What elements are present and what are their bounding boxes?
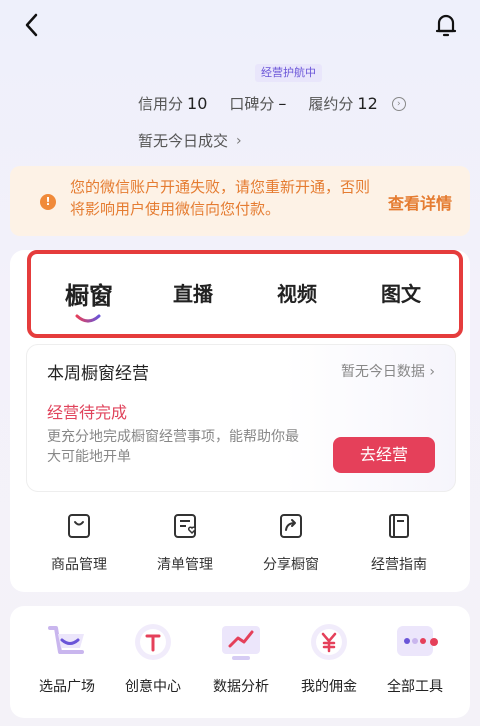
content-tabs: 橱窗 直播 视频 图文 [27, 250, 463, 338]
chevron-right-circle-icon[interactable]: › [391, 96, 406, 111]
credit-score-value: 10 [187, 94, 208, 113]
reputation-score-value: – [278, 94, 287, 113]
tool-label: 创意中心 [125, 679, 181, 695]
tool-product-square[interactable]: 选品广场 [22, 620, 112, 696]
active-tab-indicator [75, 314, 101, 323]
notification-dot [430, 638, 438, 646]
chart-trend-icon [222, 626, 260, 660]
warning-banner: ! 您的微信账户开通失败，请您重新开通，否则将影响用户使用微信向您付款。 查看详… [10, 166, 470, 236]
tool-data-analysis[interactable]: 数据分析 [196, 620, 286, 696]
tab-showcase[interactable]: 橱窗 [65, 276, 113, 311]
quick-tools-card: 选品广场 创意中心 数据分析 我的佣金 全部工具 [10, 606, 470, 718]
showcase-card: 橱窗 直播 视频 图文 本周橱窗经营 暂无今日数据 › 经营待完成 更充分地完成… [10, 250, 470, 592]
tool-creative-center[interactable]: 创意中心 [108, 620, 198, 696]
guide-book-icon [389, 514, 409, 538]
top-bar [0, 0, 480, 50]
reputation-score: 口碑分 – [229, 93, 286, 114]
go-operate-button[interactable]: 去经营 [333, 437, 435, 473]
tool-my-commission[interactable]: 我的佣金 [284, 620, 374, 696]
no-deal-link[interactable]: 暂无今日成交 › [138, 130, 242, 151]
tool-label: 数据分析 [213, 679, 269, 695]
reputation-score-label: 口碑分 [229, 95, 275, 113]
view-details-button[interactable]: 查看详情 [388, 190, 452, 214]
creative-coin-icon [135, 624, 171, 660]
tab-video[interactable]: 视频 [277, 278, 317, 307]
product-box-icon [68, 514, 90, 538]
tool-share-showcase[interactable]: 分享橱窗 [246, 512, 336, 574]
share-icon [280, 514, 302, 538]
score-row[interactable]: 信用分 10 口碑分 – 履约分 12 › [138, 93, 406, 114]
warning-icon: ! [40, 194, 56, 210]
tool-label: 分享橱窗 [263, 557, 319, 573]
no-data-link[interactable]: 暂无今日数据 › [341, 361, 435, 381]
list-heart-icon [174, 514, 197, 538]
tool-label: 我的佣金 [301, 679, 357, 695]
no-deal-text: 暂无今日成交 [138, 132, 229, 150]
chevron-right-icon: › [236, 132, 242, 149]
tool-product-management[interactable]: 商品管理 [34, 512, 124, 574]
credit-score: 信用分 10 [138, 93, 207, 114]
tab-article[interactable]: 图文 [381, 278, 421, 307]
tool-label: 经营指南 [371, 557, 427, 573]
tool-operation-guide[interactable]: 经营指南 [354, 512, 444, 574]
tool-list-management[interactable]: 清单管理 [140, 512, 230, 574]
status-badge: 经营护航中 [255, 64, 322, 82]
weekly-description: 更充分地完成橱窗经营事项，能帮助你最大可能地开单 [47, 429, 299, 465]
fulfillment-score-label: 履约分 [308, 95, 354, 113]
tool-all-tools[interactable]: 全部工具 [370, 620, 460, 696]
fulfillment-score-value: 12 [357, 94, 378, 113]
credit-score-label: 信用分 [138, 95, 184, 113]
tool-label: 选品广场 [39, 679, 95, 695]
fulfillment-score: 履约分 12 [308, 93, 377, 114]
warning-message: 您的微信账户开通失败，请您重新开通，否则将影响用户使用微信向您付款。 [70, 178, 371, 218]
no-data-text: 暂无今日数据 [340, 364, 425, 380]
tool-label: 全部工具 [387, 679, 443, 695]
tool-label: 商品管理 [51, 557, 107, 573]
shopping-cart-icon [48, 626, 84, 654]
tool-label: 清单管理 [157, 557, 213, 573]
pending-status: 经营待完成 [47, 403, 128, 422]
back-arrow-icon[interactable] [22, 12, 42, 38]
bell-icon[interactable] [434, 12, 458, 38]
chevron-right-icon: › [429, 364, 435, 380]
weekly-operation-panel: 本周橱窗经营 暂无今日数据 › 经营待完成 更充分地完成橱窗经营事项，能帮助你最… [26, 344, 456, 492]
yen-coin-icon [311, 624, 347, 660]
tab-live[interactable]: 直播 [173, 278, 213, 307]
weekly-title: 本周橱窗经营 [47, 364, 149, 384]
